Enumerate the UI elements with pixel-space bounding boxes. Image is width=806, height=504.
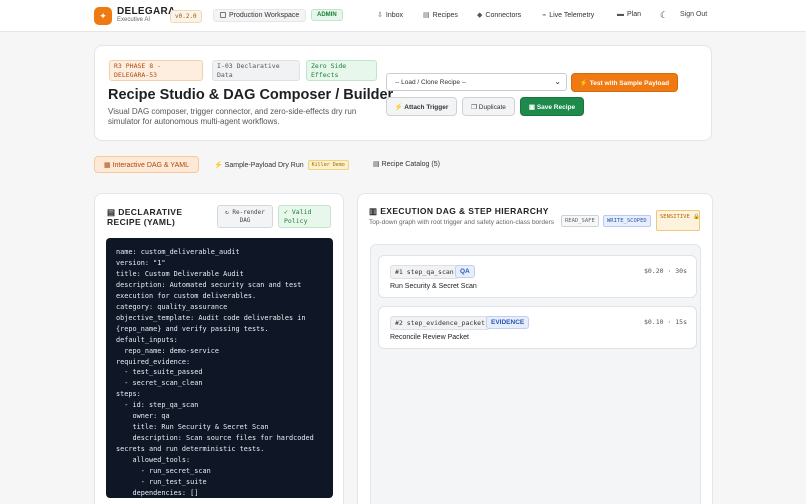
declarative-data-tag: I-03 Declarative Data bbox=[212, 60, 300, 81]
tab-recipe-catalog[interactable]: ▤ Recipe Catalog (5) bbox=[373, 156, 440, 173]
copy-icon: ❐ bbox=[471, 104, 479, 111]
attach-button-label: Attach Trigger bbox=[404, 104, 449, 111]
role-badge: ADMIN bbox=[311, 9, 343, 21]
declarative-recipe-panel: ▤ DECLARATIVE RECIPE (YAML) ↻ Re-render … bbox=[94, 193, 344, 504]
nav-telemetry-label: Live Telemetry bbox=[549, 12, 595, 19]
step-role-badge: EVIDENCE bbox=[486, 316, 530, 329]
nav-inbox[interactable]: ⇩ Inbox bbox=[377, 11, 403, 19]
top-bar: ✦ DELEGARA Executive AI v0.2.0 Productio… bbox=[0, 0, 806, 32]
lightning-icon: ⚡ bbox=[579, 80, 590, 87]
dag-step-node[interactable]: #1 step_qa_scan QA $0.20 · 30s Run Secur… bbox=[378, 255, 697, 298]
nav-connectors[interactable]: ◆ Connectors bbox=[477, 11, 521, 19]
step-role-badge: QA bbox=[455, 265, 475, 278]
nav-live-telemetry[interactable]: ⌁ Live Telemetry bbox=[542, 11, 594, 19]
duplicate-button-label: Duplicate bbox=[478, 104, 506, 111]
recipe-panel-title: DECLARATIVE RECIPE (YAML) bbox=[107, 207, 183, 227]
tab-interactive-dag-yaml[interactable]: ▦ Interactive DAG & YAML bbox=[94, 156, 199, 173]
yaml-content[interactable]: name: custom_deliverable_audit version: … bbox=[116, 247, 333, 498]
step-id: #1 step_qa_scan bbox=[390, 265, 459, 279]
dag-panel-subtitle: Top-down graph with root trigger and saf… bbox=[369, 219, 554, 226]
yaml-editor[interactable]: name: custom_deliverable_audit version: … bbox=[106, 238, 333, 498]
panel-title: ▤ DECLARATIVE RECIPE (YAML) bbox=[107, 207, 217, 227]
workspace-icon bbox=[220, 12, 226, 18]
attach-trigger-button[interactable]: ⚡ Attach Trigger bbox=[386, 97, 457, 116]
panel-title: ▥ EXECUTION DAG & STEP HIERARCHY bbox=[369, 206, 549, 217]
workspace-switcher[interactable]: Production Workspace bbox=[213, 9, 307, 22]
brand-name: DELEGARA bbox=[117, 6, 176, 17]
recipes-icon: ▤ bbox=[423, 12, 430, 19]
lightning-icon: ⚡ bbox=[394, 104, 405, 111]
step-cost-duration: $0.20 · 30s bbox=[643, 267, 687, 275]
re-render-dag-button[interactable]: ↻ Re-render DAG bbox=[217, 205, 273, 228]
nav-recipes-label: Recipes bbox=[432, 12, 458, 19]
plan-icon: ▬ bbox=[617, 11, 624, 18]
zero-side-effects-tag: Zero Side Effects bbox=[306, 60, 377, 81]
app-logo-icon[interactable]: ✦ bbox=[94, 7, 112, 25]
tab-dry-run-label: Sample-Payload Dry Run bbox=[224, 162, 304, 169]
nav-inbox-label: Inbox bbox=[385, 12, 403, 19]
dag-step-node[interactable]: #2 step_evidence_packet EVIDENCE $0.10 ·… bbox=[378, 306, 697, 349]
catalog-icon: ▤ bbox=[373, 161, 382, 168]
nav-recipes[interactable]: ▤ Recipes bbox=[423, 11, 458, 19]
version-badge: v0.2.0 bbox=[170, 10, 202, 23]
step-id: #2 step_evidence_packet bbox=[390, 316, 491, 330]
workspace-label: Production Workspace bbox=[229, 12, 300, 19]
valid-policy-badge: ✓ Valid Policy bbox=[278, 205, 331, 228]
page-title: Recipe Studio & DAG Composer / Builder bbox=[108, 87, 394, 103]
killer-demo-badge: Killer Demo bbox=[307, 160, 349, 170]
recipe-studio-header-card: R3 PHASE 8 - DELEGARA-53 I-03 Declarativ… bbox=[94, 45, 712, 141]
chevron-down-icon: ⌄ bbox=[554, 77, 561, 86]
legend-sensitive: SENSITIVE 🔒 bbox=[656, 210, 700, 231]
tab-dag-label: Interactive DAG & YAML bbox=[112, 162, 189, 169]
duplicate-button[interactable]: ❐ Duplicate bbox=[462, 97, 515, 116]
execution-dag-panel: ▥ EXECUTION DAG & STEP HIERARCHY Top-dow… bbox=[357, 193, 713, 504]
nav-plan-label: Plan bbox=[627, 11, 642, 18]
save-button-label: Save Recipe bbox=[536, 104, 576, 111]
step-cost-duration: $0.10 · 15s bbox=[643, 318, 687, 326]
dag-canvas: #1 step_qa_scan QA $0.20 · 30s Run Secur… bbox=[370, 244, 701, 504]
step-title: Reconcile Review Packet bbox=[390, 334, 469, 341]
nav-plan[interactable]: ▬ Plan bbox=[617, 11, 641, 18]
step-title: Run Security & Secret Scan bbox=[390, 283, 477, 290]
save-icon: ▣ bbox=[528, 104, 537, 111]
select-value: -- Load / Clone Recipe -- bbox=[395, 79, 467, 86]
brand-subtitle: Executive AI bbox=[117, 17, 151, 23]
telemetry-icon: ⌁ bbox=[542, 12, 547, 19]
page-description: Visual DAG composer, trigger connector, … bbox=[108, 107, 357, 126]
dag-icon: ▦ bbox=[104, 162, 113, 169]
tab-catalog-label: Recipe Catalog (5) bbox=[381, 161, 440, 168]
sign-out-link[interactable]: Sign Out bbox=[680, 11, 707, 18]
inbox-icon: ⇩ bbox=[377, 12, 383, 19]
lightning-icon: ⚡ bbox=[214, 162, 225, 169]
dag-panel-title: EXECUTION DAG & STEP HIERARCHY bbox=[380, 206, 549, 216]
test-sample-payload-button[interactable]: ⚡ Test with Sample Payload bbox=[571, 73, 678, 92]
nav-connectors-label: Connectors bbox=[485, 12, 522, 19]
document-icon: ▤ bbox=[107, 207, 119, 217]
load-clone-recipe-select[interactable]: -- Load / Clone Recipe -- ⌄ bbox=[386, 73, 567, 91]
test-button-label: Test with Sample Payload bbox=[589, 80, 670, 87]
legend-write-scoped: WRITE_SCOPED bbox=[603, 215, 651, 227]
save-recipe-button[interactable]: ▣ Save Recipe bbox=[520, 97, 584, 116]
theme-toggle-moon-icon[interactable]: ☾ bbox=[660, 10, 668, 21]
connectors-icon: ◆ bbox=[477, 12, 483, 19]
chart-icon: ▥ bbox=[369, 206, 381, 216]
phase-tag: R3 PHASE 8 - DELEGARA-53 bbox=[109, 60, 203, 81]
legend-read-safe: READ_SAFE bbox=[561, 215, 599, 227]
tab-dry-run[interactable]: ⚡ Sample-Payload Dry Run Killer Demo bbox=[214, 156, 349, 173]
